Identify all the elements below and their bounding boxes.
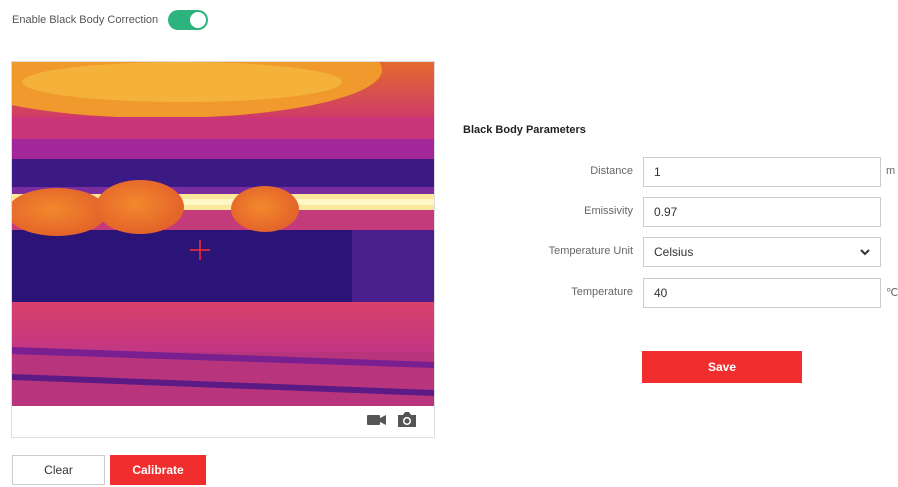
temperature-unit-suffix: ℃ (886, 287, 898, 299)
thermal-image-svg (12, 62, 434, 406)
live-view-panel (11, 61, 435, 438)
thermal-image[interactable] (12, 62, 434, 406)
distance-unit: m (886, 165, 896, 177)
toggle-knob (190, 12, 207, 28)
temperature-unit-value: Celsius (654, 245, 694, 259)
temperature-input[interactable]: 40 (643, 278, 881, 308)
temperature-unit-label: Temperature Unit (548, 245, 633, 257)
chevron-down-icon (860, 245, 870, 259)
temperature-unit-select[interactable]: Celsius (643, 237, 881, 267)
save-button[interactable]: Save (642, 351, 802, 383)
temperature-label: Temperature (571, 286, 633, 298)
emissivity-label: Emissivity (584, 205, 633, 217)
black-body-toggle-row: Enable Black Body Correction (12, 10, 209, 30)
calibrate-button[interactable]: Calibrate (110, 455, 206, 485)
distance-input[interactable]: 1 (643, 157, 881, 187)
video-camera-icon[interactable] (367, 413, 387, 432)
black-body-correction-toggle[interactable] (168, 10, 209, 30)
emissivity-input[interactable]: 0.97 (643, 197, 881, 227)
distance-label: Distance (590, 165, 633, 177)
toggle-label: Enable Black Body Correction (12, 14, 159, 26)
camera-snapshot-icon[interactable] (397, 411, 417, 433)
black-body-parameters-title: Black Body Parameters (463, 124, 586, 136)
live-view-toolbar (12, 406, 434, 437)
clear-button[interactable]: Clear (12, 455, 105, 485)
